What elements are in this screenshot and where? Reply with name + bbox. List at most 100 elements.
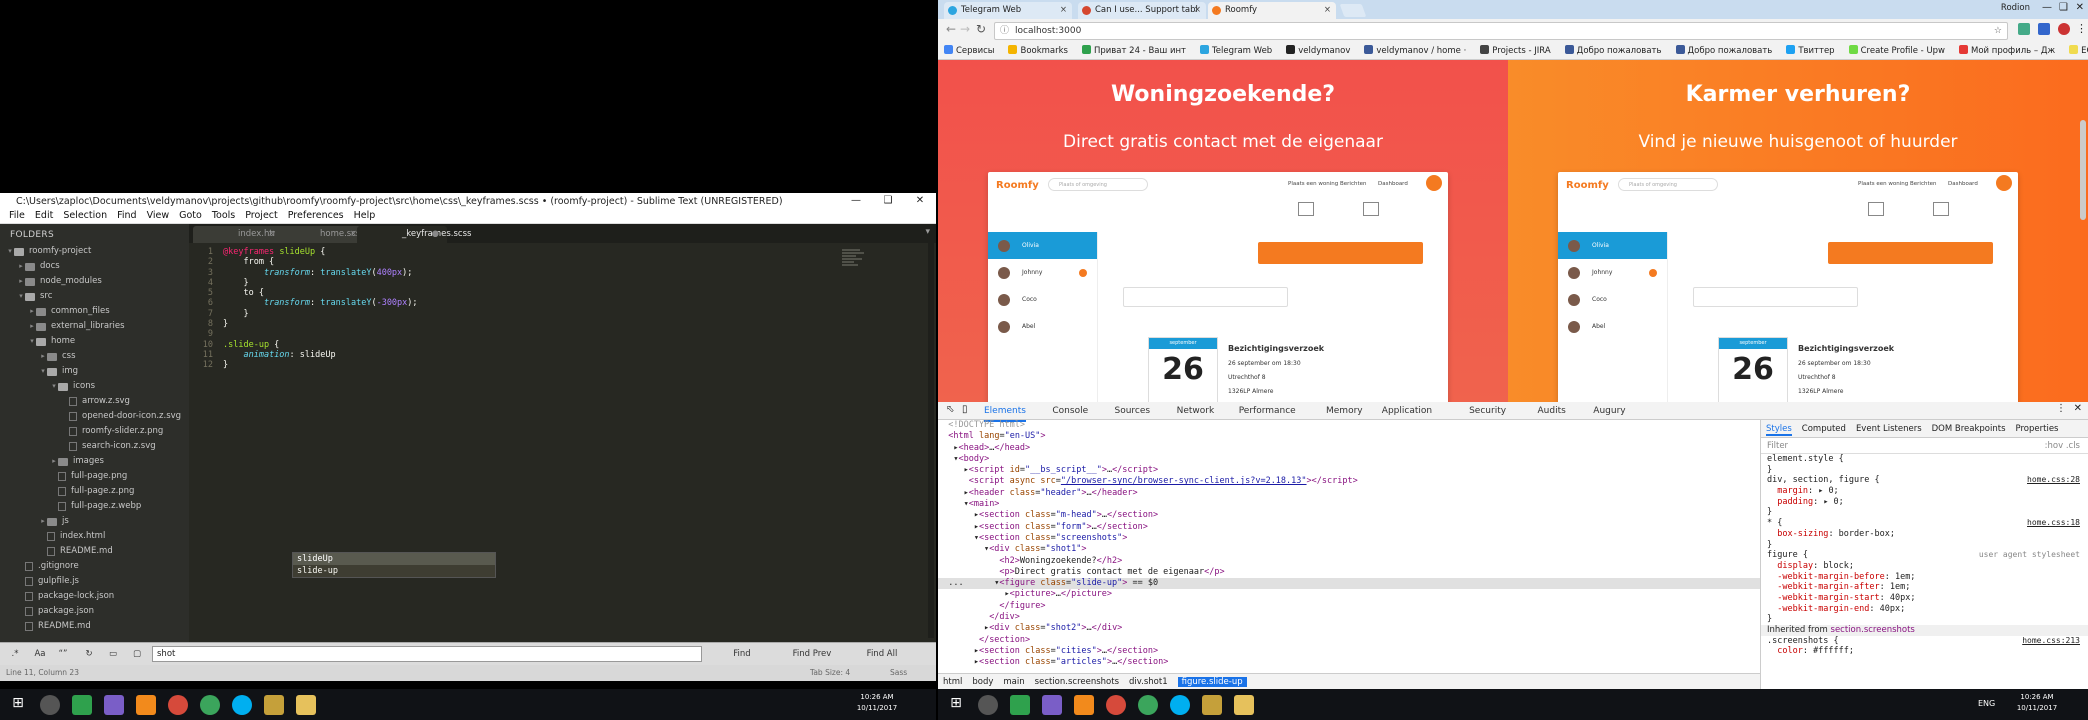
unsaved-dot-icon[interactable]: ● — [432, 226, 439, 243]
tree-folder[interactable]: ▸ common_files — [0, 304, 189, 319]
maximize-icon[interactable]: ❑ — [2059, 2, 2068, 13]
tree-folder[interactable]: ▸ images — [0, 454, 189, 469]
app-icon[interactable] — [1042, 695, 1062, 715]
back-icon[interactable]: ← — [946, 22, 956, 36]
bookmark-item[interactable]: Telegram Web — [1200, 43, 1279, 59]
app-icon[interactable] — [264, 695, 284, 715]
case-toggle[interactable]: Aa — [32, 647, 48, 662]
find-input[interactable]: shot — [152, 646, 702, 662]
clock[interactable]: 10:26 AM 10/11/2017 — [2012, 692, 2062, 714]
menu-item-goto[interactable]: Goto — [174, 209, 207, 223]
autocomplete-item[interactable]: slide-up — [293, 565, 495, 577]
close-icon[interactable]: ✕ — [2076, 2, 2084, 13]
styles-tab[interactable]: Properties — [2016, 424, 2059, 434]
bookmark-item[interactable]: Добро пожаловать — [1564, 43, 1669, 59]
styles-filter[interactable]: Filter:hov .cls — [1761, 438, 2088, 454]
skype-icon[interactable] — [1170, 695, 1190, 715]
breadcrumb-item[interactable]: figure.slide-up — [1177, 677, 1247, 687]
browser-tab[interactable]: Roomfy × — [1208, 2, 1336, 19]
minimap[interactable] — [842, 248, 868, 270]
tree-file[interactable]: gulpfile.js — [0, 574, 189, 589]
sublime-icon[interactable] — [1074, 695, 1094, 715]
close-tab-icon[interactable]: × — [350, 226, 357, 243]
find-prev-button[interactable]: Find Prev — [782, 647, 842, 662]
menu-item-selection[interactable]: Selection — [58, 209, 112, 223]
menu-item-edit[interactable]: Edit — [30, 209, 58, 223]
bookmark-item[interactable]: ECMAScript 6 com — [2069, 43, 2088, 59]
maximize-icon[interactable]: ❑ — [872, 193, 904, 209]
autocomplete-item[interactable]: slideUp — [293, 553, 495, 565]
tree-file[interactable]: index.html — [0, 529, 189, 544]
tree-file[interactable]: search-icon.z.svg — [0, 439, 189, 454]
app-icon[interactable] — [1138, 695, 1158, 715]
styles-tab[interactable]: Event Listeners — [1856, 424, 1922, 434]
devtools-tab-performance[interactable]: Performance — [1239, 402, 1296, 420]
reload-icon[interactable]: ↻ — [976, 22, 986, 36]
bookmark-item[interactable]: veldymanov — [1286, 43, 1357, 59]
menu-item-find[interactable]: Find — [112, 209, 141, 223]
tree-folder[interactable]: ▸ js — [0, 514, 189, 529]
devtools-tab-console[interactable]: Console — [1052, 402, 1088, 420]
bookmark-item[interactable]: Create Profile - Upw — [1848, 43, 1952, 59]
regex-toggle[interactable]: .* — [8, 647, 22, 662]
editor-tab[interactable]: home.scss × — [275, 226, 365, 243]
menu-item-project[interactable]: Project — [240, 209, 283, 223]
breadcrumb-item[interactable]: main — [1003, 677, 1024, 687]
bookmark-item[interactable]: Bookmarks — [1008, 43, 1075, 59]
syntax-label[interactable]: Sass — [890, 665, 907, 681]
styles-tab[interactable]: Styles — [1766, 424, 1792, 436]
close-devtools-icon[interactable]: ✕ — [2074, 403, 2082, 414]
tree-file[interactable]: roomfy-slider.z.png — [0, 424, 189, 439]
app-icon[interactable] — [104, 695, 124, 715]
tree-folder[interactable]: ▾ src — [0, 289, 189, 304]
editor-tab[interactable]: _keyframes.scss ● — [357, 226, 471, 243]
menu-item-help[interactable]: Help — [349, 209, 381, 223]
bookmark-item[interactable]: Твиттер — [1786, 43, 1841, 59]
code-text[interactable]: @keyframes slideUp { from { transform: t… — [223, 247, 418, 371]
devtools-tab-elements[interactable]: Elements — [984, 402, 1026, 422]
minimize-icon[interactable]: — — [840, 193, 872, 209]
in-selection-toggle[interactable]: ▭ — [106, 647, 120, 662]
devtools-tab-augury[interactable]: Augury — [1593, 402, 1625, 420]
menu-item-preferences[interactable]: Preferences — [283, 209, 349, 223]
tree-folder[interactable]: ▸ docs — [0, 259, 189, 274]
devtools-tab-memory[interactable]: Memory — [1326, 402, 1363, 420]
tab-dropdown-icon[interactable]: ▾ — [925, 227, 930, 237]
bookmark-item[interactable]: Projects - JIRA — [1480, 43, 1557, 59]
tree-file[interactable]: arrow.z.svg — [0, 394, 189, 409]
extension-icon[interactable] — [2038, 23, 2050, 35]
tree-folder[interactable]: ▾ home — [0, 334, 189, 349]
tree-file[interactable]: package-lock.json — [0, 589, 189, 604]
devtools-tab-sources[interactable]: Sources — [1115, 402, 1151, 420]
devtools-tab-security[interactable]: Security — [1469, 402, 1506, 420]
breadcrumb-item[interactable]: div.shot1 — [1129, 677, 1168, 687]
browser-tab[interactable]: Can I use... Support tabl × — [1078, 2, 1206, 19]
browser-tab[interactable]: Telegram Web × — [944, 2, 1072, 19]
highlight-toggle[interactable]: ▢ — [130, 647, 144, 662]
tree-folder[interactable]: ▾ icons — [0, 379, 189, 394]
sublime-title-bar[interactable]: C:\Users\zaploc\Documents\veldymanov\pro… — [0, 193, 936, 209]
extension-icon[interactable] — [2018, 23, 2030, 35]
find-all-button[interactable]: Find All — [852, 647, 912, 662]
sublime-icon[interactable] — [136, 695, 156, 715]
close-icon[interactable]: ✕ — [904, 193, 936, 209]
tree-file[interactable]: full-page.png — [0, 469, 189, 484]
app-icon[interactable] — [200, 695, 220, 715]
close-tab-icon[interactable]: × — [268, 226, 275, 243]
folder-icon[interactable] — [296, 695, 316, 715]
bookmark-item[interactable]: Приват 24 - Ваш инт — [1081, 43, 1193, 59]
breadcrumb-item[interactable]: section.screenshots — [1035, 677, 1119, 687]
url-input[interactable]: ⓘ localhost:3000 ☆ — [994, 22, 2008, 40]
more-icon[interactable]: ⋮ — [2056, 403, 2066, 414]
menu-item-view[interactable]: View — [142, 209, 175, 223]
hov-cls-toggle[interactable]: :hov .cls — [2045, 438, 2080, 454]
forward-icon[interactable]: → — [960, 22, 970, 36]
bookmark-item[interactable]: Сервисы — [944, 43, 1001, 59]
app-icon[interactable] — [72, 695, 92, 715]
tree-folder[interactable]: ▸ external_libraries — [0, 319, 189, 334]
close-tab-icon[interactable]: × — [1060, 2, 1067, 19]
clock[interactable]: 10:26 AM 10/11/2017 — [852, 692, 902, 714]
start-icon[interactable]: ⊞ — [946, 695, 966, 715]
tree-file[interactable]: full-page.z.png — [0, 484, 189, 499]
breadcrumb-item[interactable]: html — [943, 677, 962, 687]
